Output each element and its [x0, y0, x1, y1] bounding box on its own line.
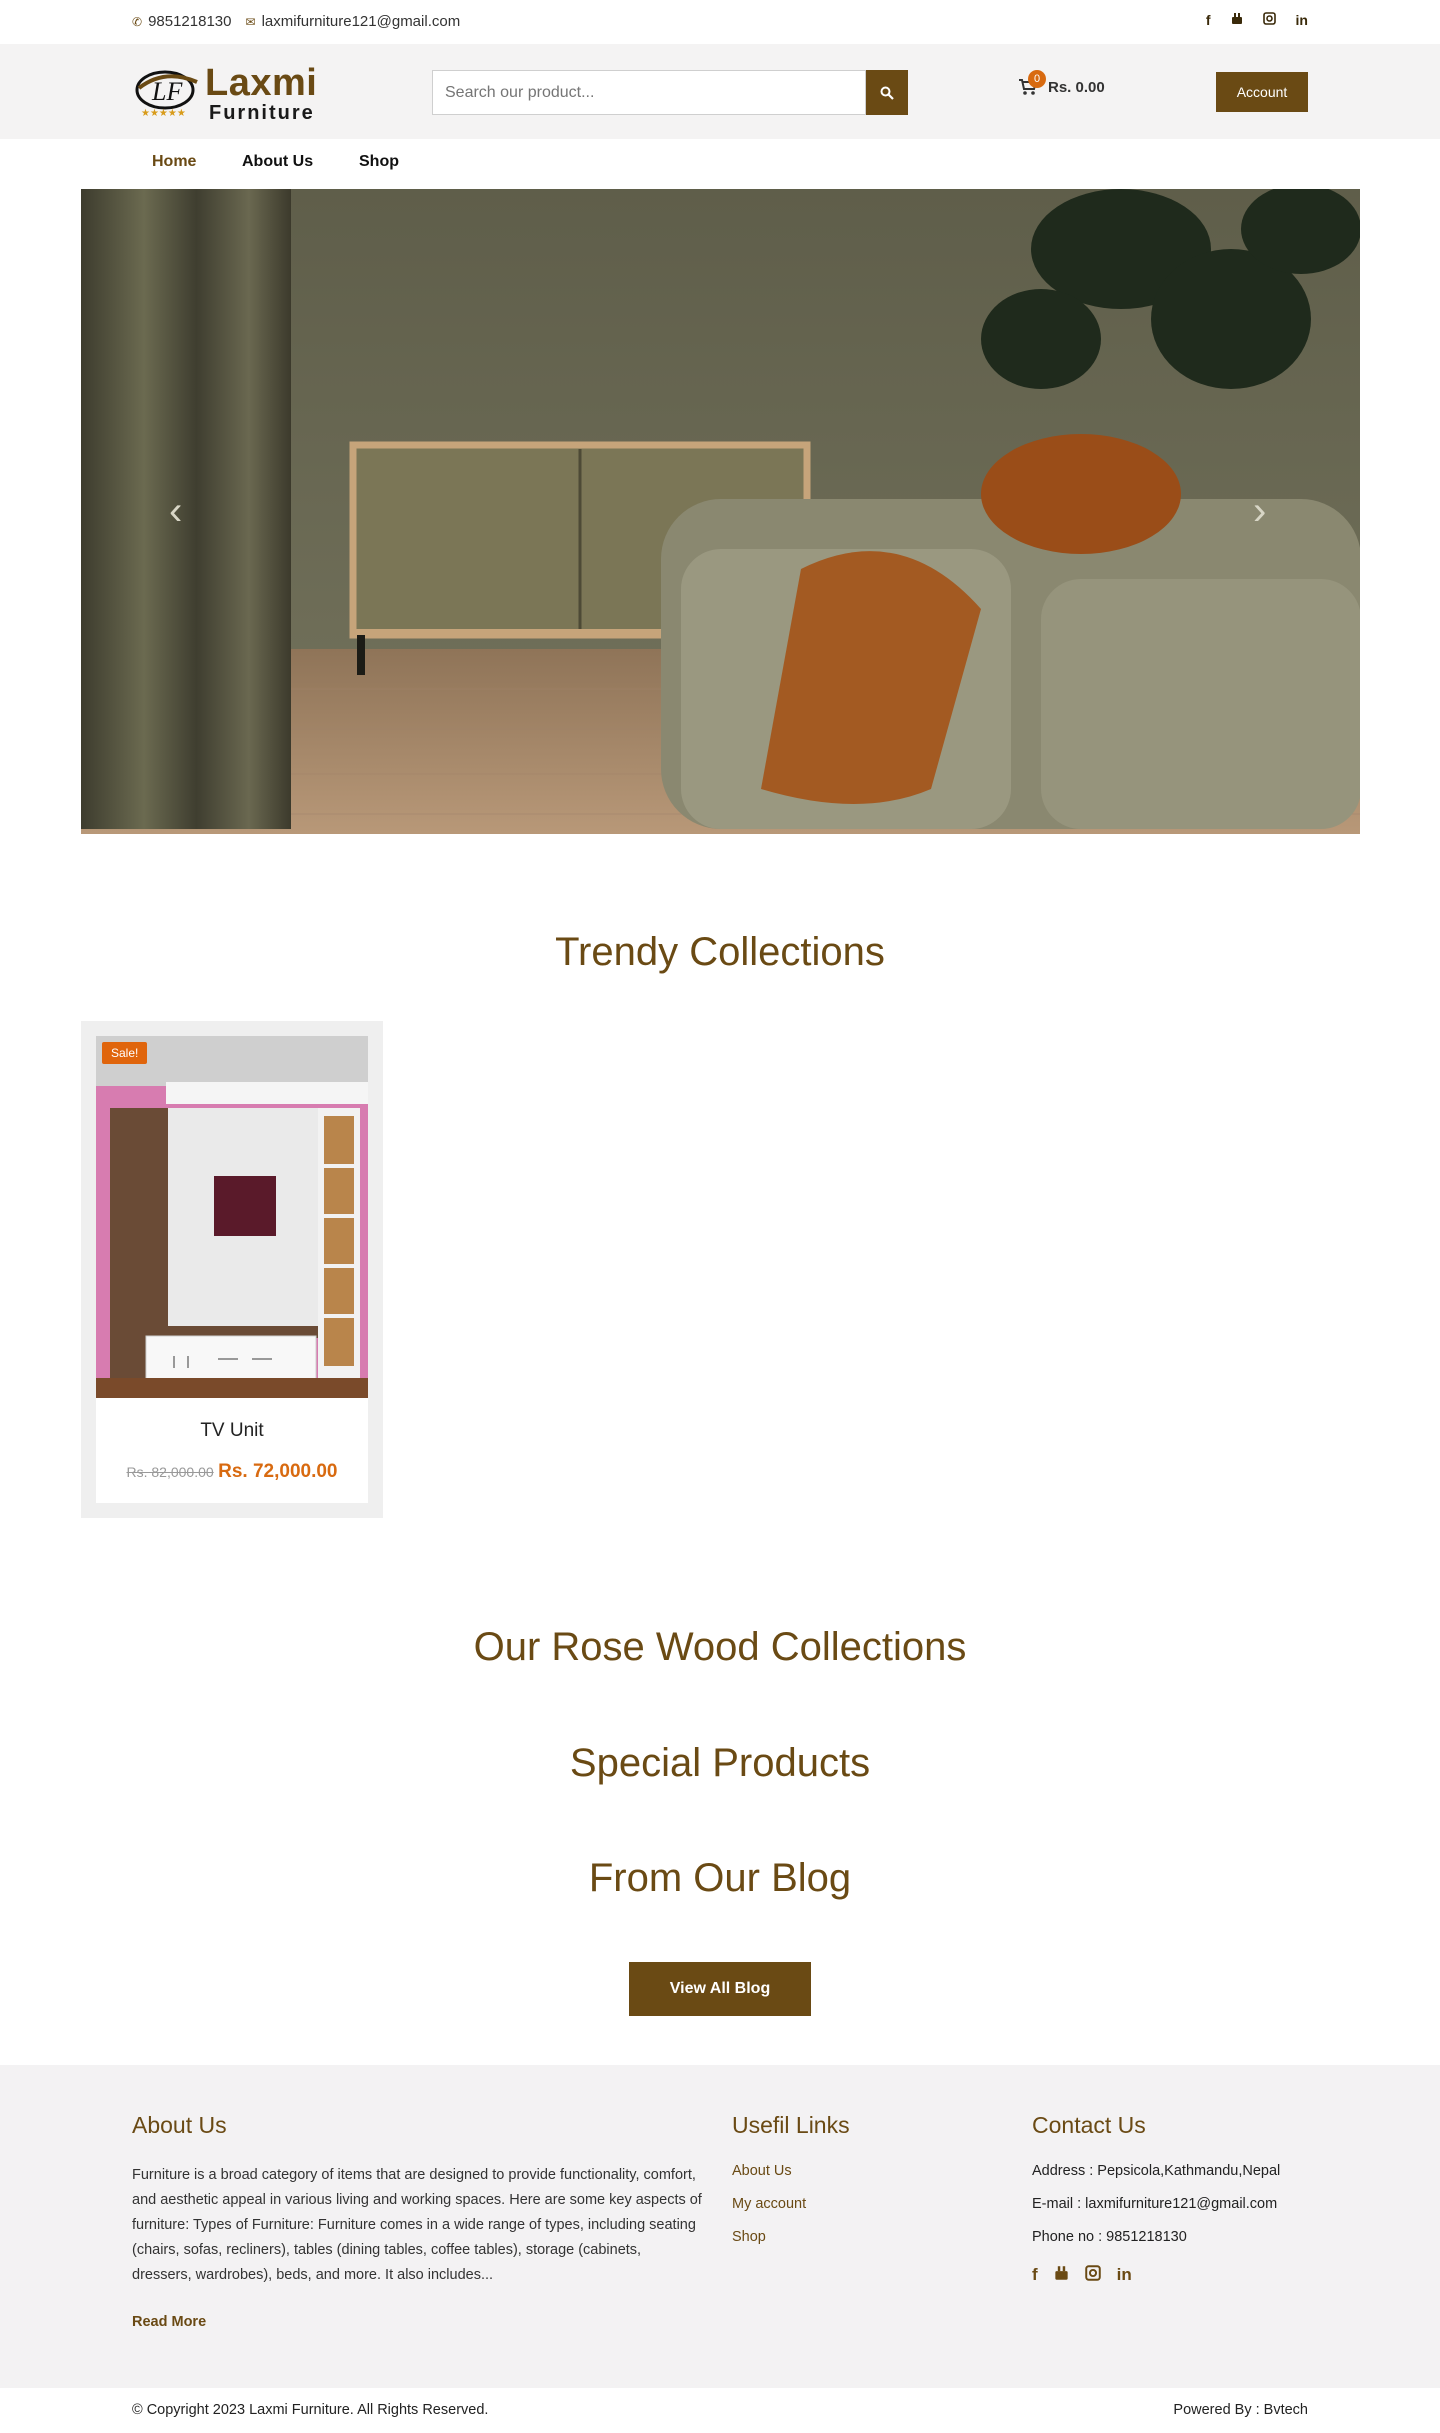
top-phone-text: 9851218130: [148, 13, 232, 30]
product-grid: Sale! TV Unit Rs. 82,000.00 Rs. 72,000.0…: [81, 1021, 383, 1518]
footer-social: f in: [1032, 2265, 1132, 2286]
site-header: LF ★★★★★ Laxmi Furniture 0 Rs. 0.00 Acco…: [0, 44, 1440, 139]
top-contact: ✆ 9851218130 ✉ laxmifurniture121@gmail.c…: [132, 13, 460, 30]
sale-badge: Sale!: [102, 1042, 148, 1064]
main-nav: Home About Us Shop: [0, 139, 1440, 189]
footer-about-text: Furniture is a broad category of items t…: [132, 2167, 702, 2283]
footer-link-about[interactable]: About Us: [732, 2163, 792, 2179]
hero-slider[interactable]: ‹ ›: [81, 189, 1360, 834]
section-title-special: Special Products: [569, 1741, 871, 1785]
product-card[interactable]: Sale! TV Unit Rs. 82,000.00 Rs. 72,000.0…: [96, 1036, 368, 1503]
youtube-icon[interactable]: [1054, 2265, 1069, 2286]
footer-phone[interactable]: Phone no : 9851218130: [1032, 2229, 1187, 2245]
envelope-icon: ✉: [245, 14, 256, 29]
view-all-blog-button[interactable]: View All Blog: [629, 1962, 811, 2016]
read-more-link[interactable]: Read More: [132, 2314, 206, 2330]
facebook-icon[interactable]: f: [1206, 12, 1211, 28]
phone-icon: ✆: [132, 14, 143, 29]
section-title-trendy: Trendy Collections: [555, 930, 885, 974]
mini-cart[interactable]: 0 Rs. 0.00: [1018, 70, 1105, 96]
svg-text:★★★★★: ★★★★★: [141, 108, 186, 119]
footer-links-title: Usefil Links: [732, 2112, 850, 2138]
cart-count-badge: 0: [1028, 70, 1046, 88]
section-title-rosewood: Our Rose Wood Collections: [473, 1625, 967, 1669]
account-button[interactable]: Account: [1216, 72, 1308, 112]
nav-item-about[interactable]: About Us: [242, 153, 313, 171]
footer-address: Address : Pepsicola,Kathmandu,Nepal: [1032, 2163, 1281, 2179]
hero-image: [81, 189, 1360, 834]
svg-text:LF: LF: [151, 77, 183, 106]
search-button[interactable]: [866, 70, 908, 115]
old-price: Rs. 82,000.00: [126, 1464, 214, 1480]
slider-next-icon[interactable]: ›: [1253, 489, 1266, 534]
sale-price: Rs. 72,000.00: [218, 1461, 338, 1482]
footer-about-title: About Us: [132, 2112, 227, 2138]
slider-prev-icon[interactable]: ‹: [169, 489, 182, 534]
cart-total: Rs. 0.00: [1048, 78, 1105, 96]
footer-link-account[interactable]: My account: [732, 2196, 806, 2212]
footer-link-shop[interactable]: Shop: [732, 2229, 766, 2245]
footer-contact-title: Contact Us: [1032, 2112, 1146, 2138]
product-name[interactable]: TV Unit: [96, 1420, 368, 1442]
top-email-text: laxmifurniture121@gmail.com: [261, 13, 461, 30]
powered-by-text[interactable]: Powered By : Bvtech: [1173, 2402, 1308, 2418]
youtube-icon[interactable]: [1231, 12, 1243, 28]
brand-logo[interactable]: LF ★★★★★ Laxmi Furniture: [135, 62, 335, 124]
logo-name: Laxmi: [205, 62, 318, 104]
copyright-text: © Copyright 2023 Laxmi Furniture. All Ri…: [132, 2402, 489, 2418]
top-phone[interactable]: ✆ 9851218130: [132, 13, 232, 30]
linkedin-icon[interactable]: in: [1117, 2265, 1132, 2286]
top-social: f in: [1206, 12, 1308, 28]
footer-email[interactable]: E-mail : laxmifurniture121@gmail.com: [1032, 2196, 1277, 2212]
top-email[interactable]: ✉ laxmifurniture121@gmail.com: [246, 13, 461, 30]
linkedin-icon[interactable]: in: [1296, 12, 1308, 28]
search-input[interactable]: [432, 70, 866, 115]
top-bar: ✆ 9851218130 ✉ laxmifurniture121@gmail.c…: [0, 0, 1440, 44]
product-price: Rs. 82,000.00 Rs. 72,000.00: [96, 1461, 368, 1483]
logo-subname: Furniture: [209, 102, 315, 124]
nav-item-home[interactable]: Home: [152, 153, 196, 171]
product-image[interactable]: Sale!: [96, 1036, 368, 1398]
tv-unit-image: [96, 1036, 368, 1398]
site-footer: About Us Furniture is a broad category o…: [0, 2065, 1440, 2388]
nav-item-shop[interactable]: Shop: [359, 153, 399, 171]
search-bar: [432, 70, 908, 115]
instagram-icon[interactable]: [1084, 2265, 1101, 2286]
search-icon: [880, 86, 894, 100]
section-title-blog: From Our Blog: [588, 1856, 852, 1900]
logo-mark-icon: LF ★★★★★: [135, 70, 198, 119]
bottom-bar: © Copyright 2023 Laxmi Furniture. All Ri…: [0, 2388, 1440, 2433]
instagram-icon[interactable]: [1262, 12, 1276, 28]
facebook-icon[interactable]: f: [1032, 2265, 1038, 2286]
